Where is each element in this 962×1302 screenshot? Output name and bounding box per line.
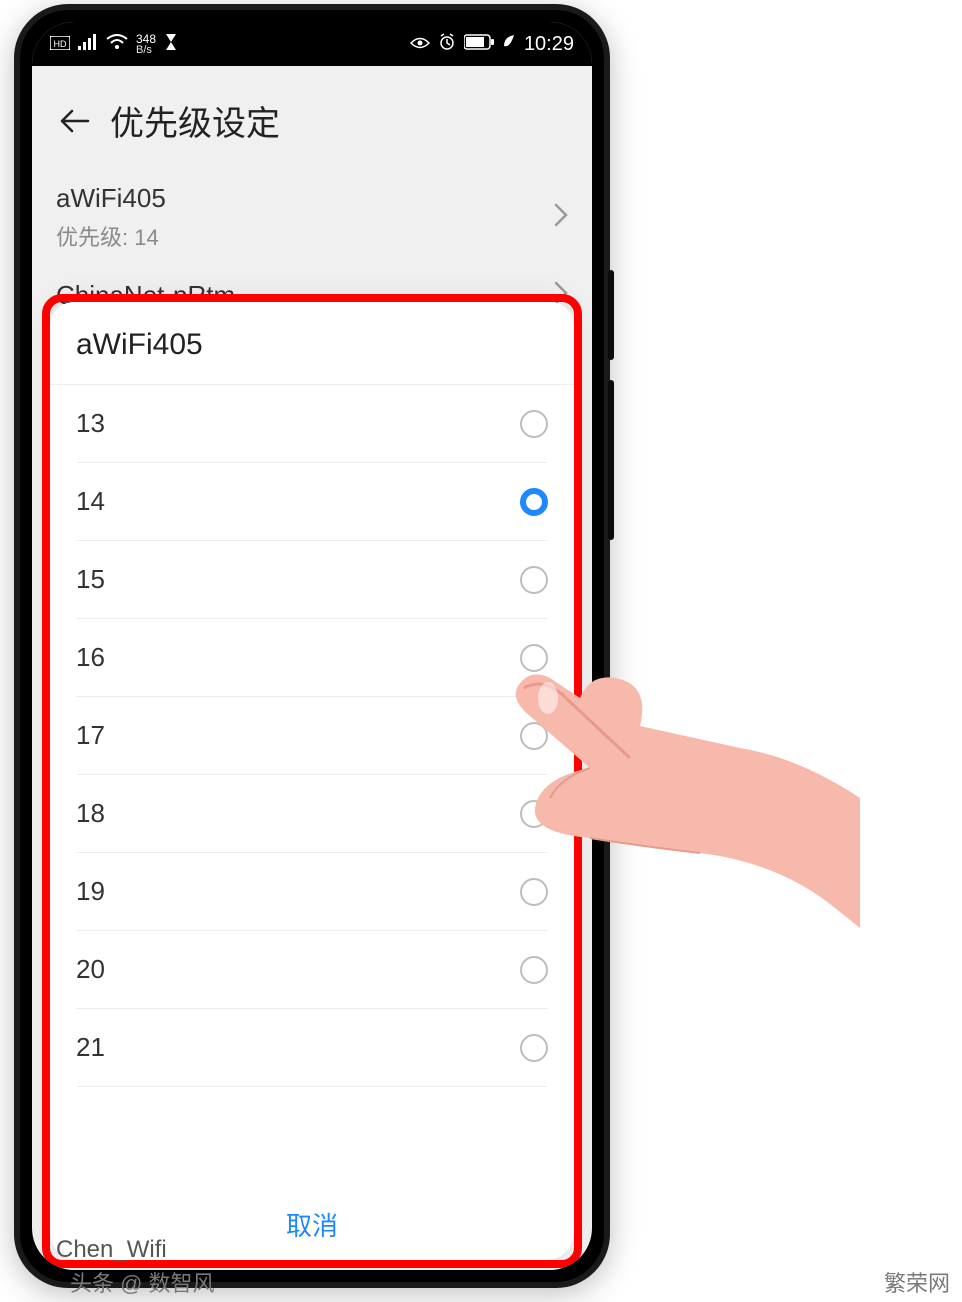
back-button[interactable] (58, 104, 92, 138)
pointing-hand-icon (440, 628, 860, 928)
radio-icon[interactable] (520, 410, 548, 438)
wifi-priority: 优先级: 14 (56, 220, 166, 252)
status-bar: HD 348 B/s (32, 22, 592, 66)
hd-icon: HD (50, 34, 70, 55)
priority-option[interactable]: 14 (76, 463, 548, 541)
network-speed: 348 B/s (136, 33, 156, 56)
option-label: 13 (76, 408, 105, 439)
list-item[interactable]: aWiFi405 优先级: 14 (56, 169, 568, 266)
leaf-icon (502, 34, 516, 55)
option-label: 15 (76, 564, 105, 595)
wifi-name-peek: Chen_Wifi (56, 1236, 167, 1264)
watermark-right: 繁荣网 (884, 1266, 950, 1298)
eye-icon (410, 34, 430, 55)
chevron-right-icon (554, 203, 568, 232)
option-label: 19 (76, 876, 105, 907)
signal-icon (78, 34, 98, 55)
hourglass-icon (164, 33, 178, 56)
side-button (608, 380, 614, 540)
wifi-icon (106, 34, 128, 55)
radio-icon[interactable] (520, 566, 548, 594)
option-label: 16 (76, 642, 105, 673)
wifi-name: aWiFi405 (56, 183, 166, 214)
dialog-title: aWiFi405 (50, 302, 574, 385)
cancel-button[interactable]: 取消 (286, 1206, 338, 1243)
page-title: 优先级设定 (110, 96, 280, 145)
priority-option[interactable]: 21 (76, 1009, 548, 1087)
option-label: 18 (76, 798, 105, 829)
watermark-left: 头条 @ 数智风 (70, 1266, 215, 1298)
priority-option[interactable]: 20 (76, 931, 548, 1009)
status-time: 10:29 (524, 33, 574, 56)
option-label: 17 (76, 720, 105, 751)
svg-text:HD: HD (54, 39, 67, 49)
battery-icon (464, 34, 494, 55)
option-label: 14 (76, 486, 105, 517)
option-label: 21 (76, 1032, 105, 1063)
radio-icon[interactable] (520, 488, 548, 516)
alarm-icon (438, 33, 456, 56)
radio-icon[interactable] (520, 1034, 548, 1062)
priority-option[interactable]: 13 (76, 385, 548, 463)
side-button (608, 270, 614, 360)
radio-icon[interactable] (520, 956, 548, 984)
page-header: 优先级设定 (32, 66, 592, 169)
option-label: 20 (76, 954, 105, 985)
priority-option[interactable]: 15 (76, 541, 548, 619)
